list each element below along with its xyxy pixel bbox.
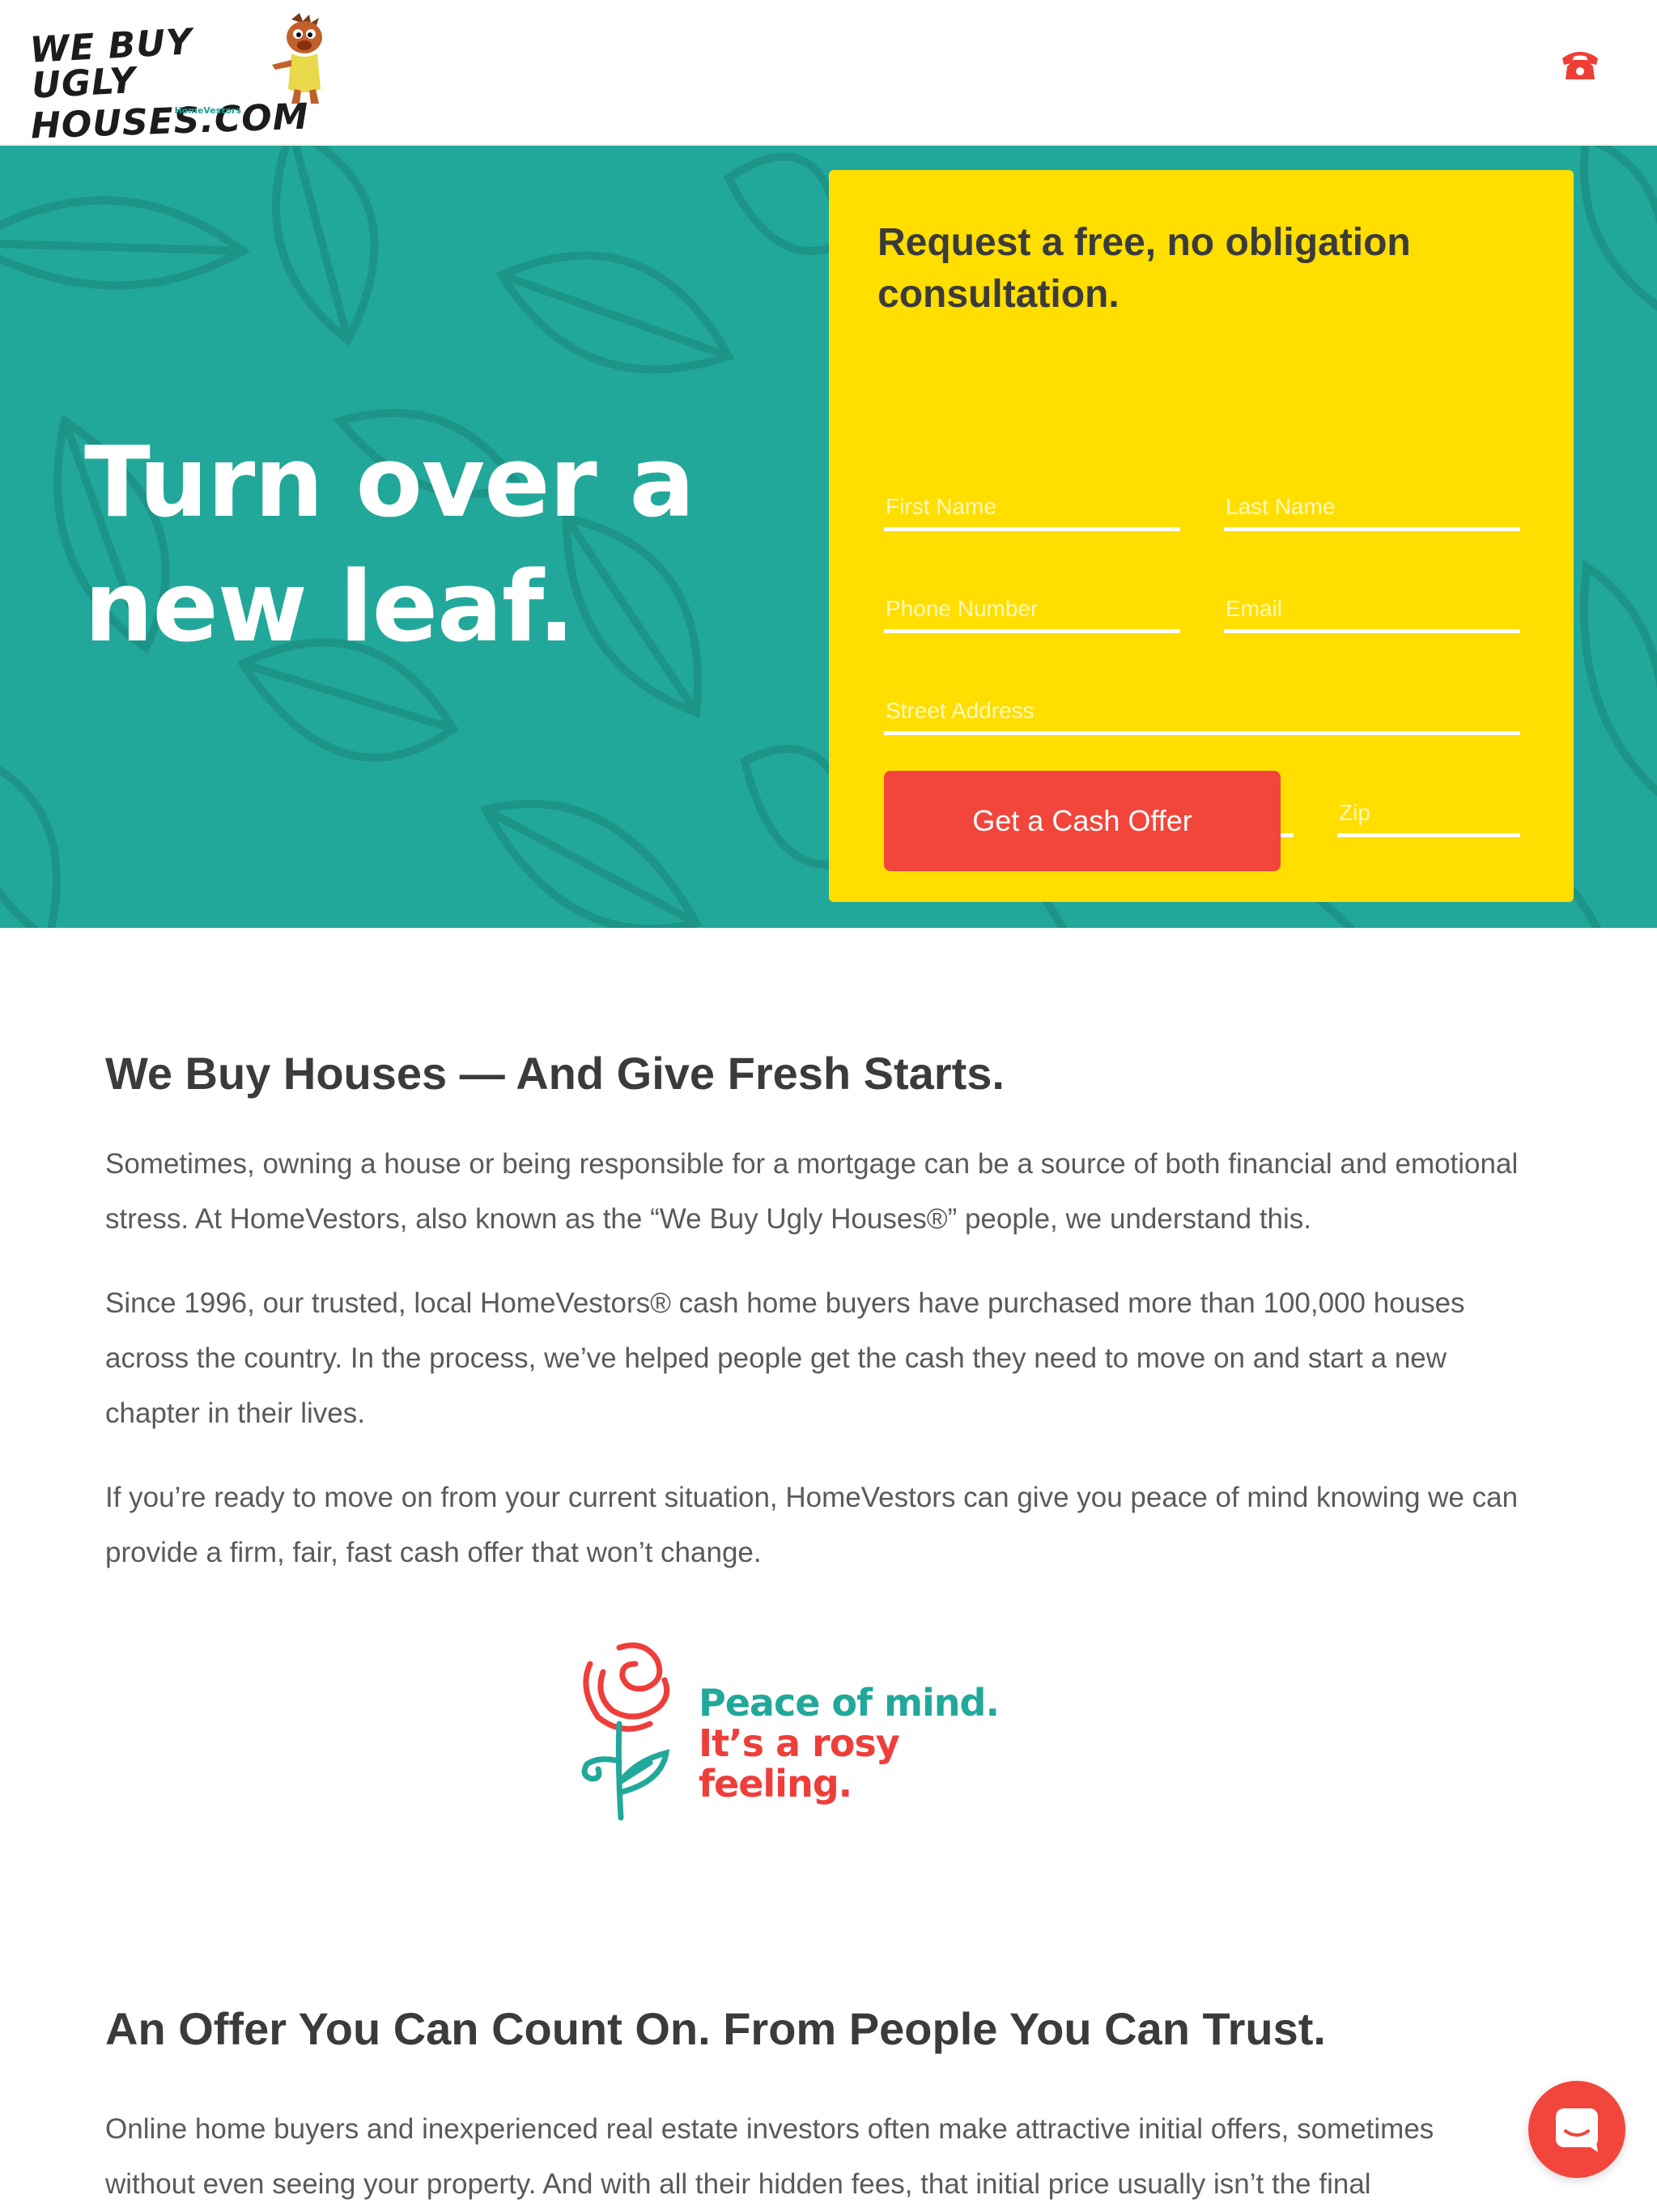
phone-field <box>884 581 1180 633</box>
rose-icon <box>581 1642 670 1821</box>
hero-title-line-1: Turn over a <box>84 427 695 539</box>
section-paragraph-3: If you’re ready to move on from your cur… <box>105 1482 1519 1568</box>
zip-field <box>1337 785 1520 837</box>
section-fresh-starts: We Buy Houses — And Give Fresh Starts. S… <box>105 1044 1530 1580</box>
get-cash-offer-button[interactable]: Get a Cash Offer <box>884 771 1281 871</box>
form-title: Request a free, no obligation consultati… <box>877 221 1411 316</box>
hero-title: Turn over a new leaf. <box>84 421 748 670</box>
street-address-field <box>884 683 1520 735</box>
hero-title-line-2: new leaf. <box>84 551 575 664</box>
email-field <box>1224 581 1520 633</box>
zip-input[interactable] <box>1337 785 1520 833</box>
logo-sub: HomeVestors <box>174 105 241 116</box>
last-name-input[interactable] <box>1224 479 1520 527</box>
rose-tagline-line-2: It’s a rosy feeling. <box>699 1721 900 1806</box>
section-trust: An Offer You Can Count On. From People Y… <box>105 2000 1530 2212</box>
phone-icon[interactable] <box>1556 40 1604 89</box>
rose-tagline-line-1: Peace of mind. <box>699 1681 1000 1725</box>
section-paragraph-1: Sometimes, owning a house or being respo… <box>105 1148 1519 1235</box>
last-name-field <box>1224 479 1520 531</box>
email-input[interactable] <box>1224 581 1520 629</box>
section-paragraph-1: Online home buyers and inexperienced rea… <box>105 2113 1434 2200</box>
peace-of-mind-graphic: Peace of mind. It’s a rosy feeling. <box>571 1640 1056 1822</box>
first-name-field <box>884 479 1180 531</box>
section-heading: An Offer You Can Count On. From People Y… <box>105 2003 1326 2054</box>
site-logo[interactable]: WE BUY UGLY HOUSES.COM HomeVestors <box>29 21 310 147</box>
rose-tagline: Peace of mind. It’s a rosy feeling. <box>699 1682 1056 1804</box>
street-address-input[interactable] <box>884 683 1520 731</box>
mascot-icon <box>272 13 322 104</box>
first-name-input[interactable] <box>884 479 1180 527</box>
chat-launcher-button[interactable] <box>1528 2081 1625 2178</box>
phone-input[interactable] <box>884 581 1180 629</box>
site-header: WE BUY UGLY HOUSES.COM HomeVestors <box>0 0 1657 147</box>
logo-line-1: WE BUY UGLY <box>28 21 194 107</box>
section-heading: We Buy Houses — And Give Fresh Starts. <box>105 1048 1005 1099</box>
section-paragraph-2: Since 1996, our trusted, local HomeVesto… <box>105 1287 1465 1429</box>
chat-icon <box>1556 2108 1598 2152</box>
